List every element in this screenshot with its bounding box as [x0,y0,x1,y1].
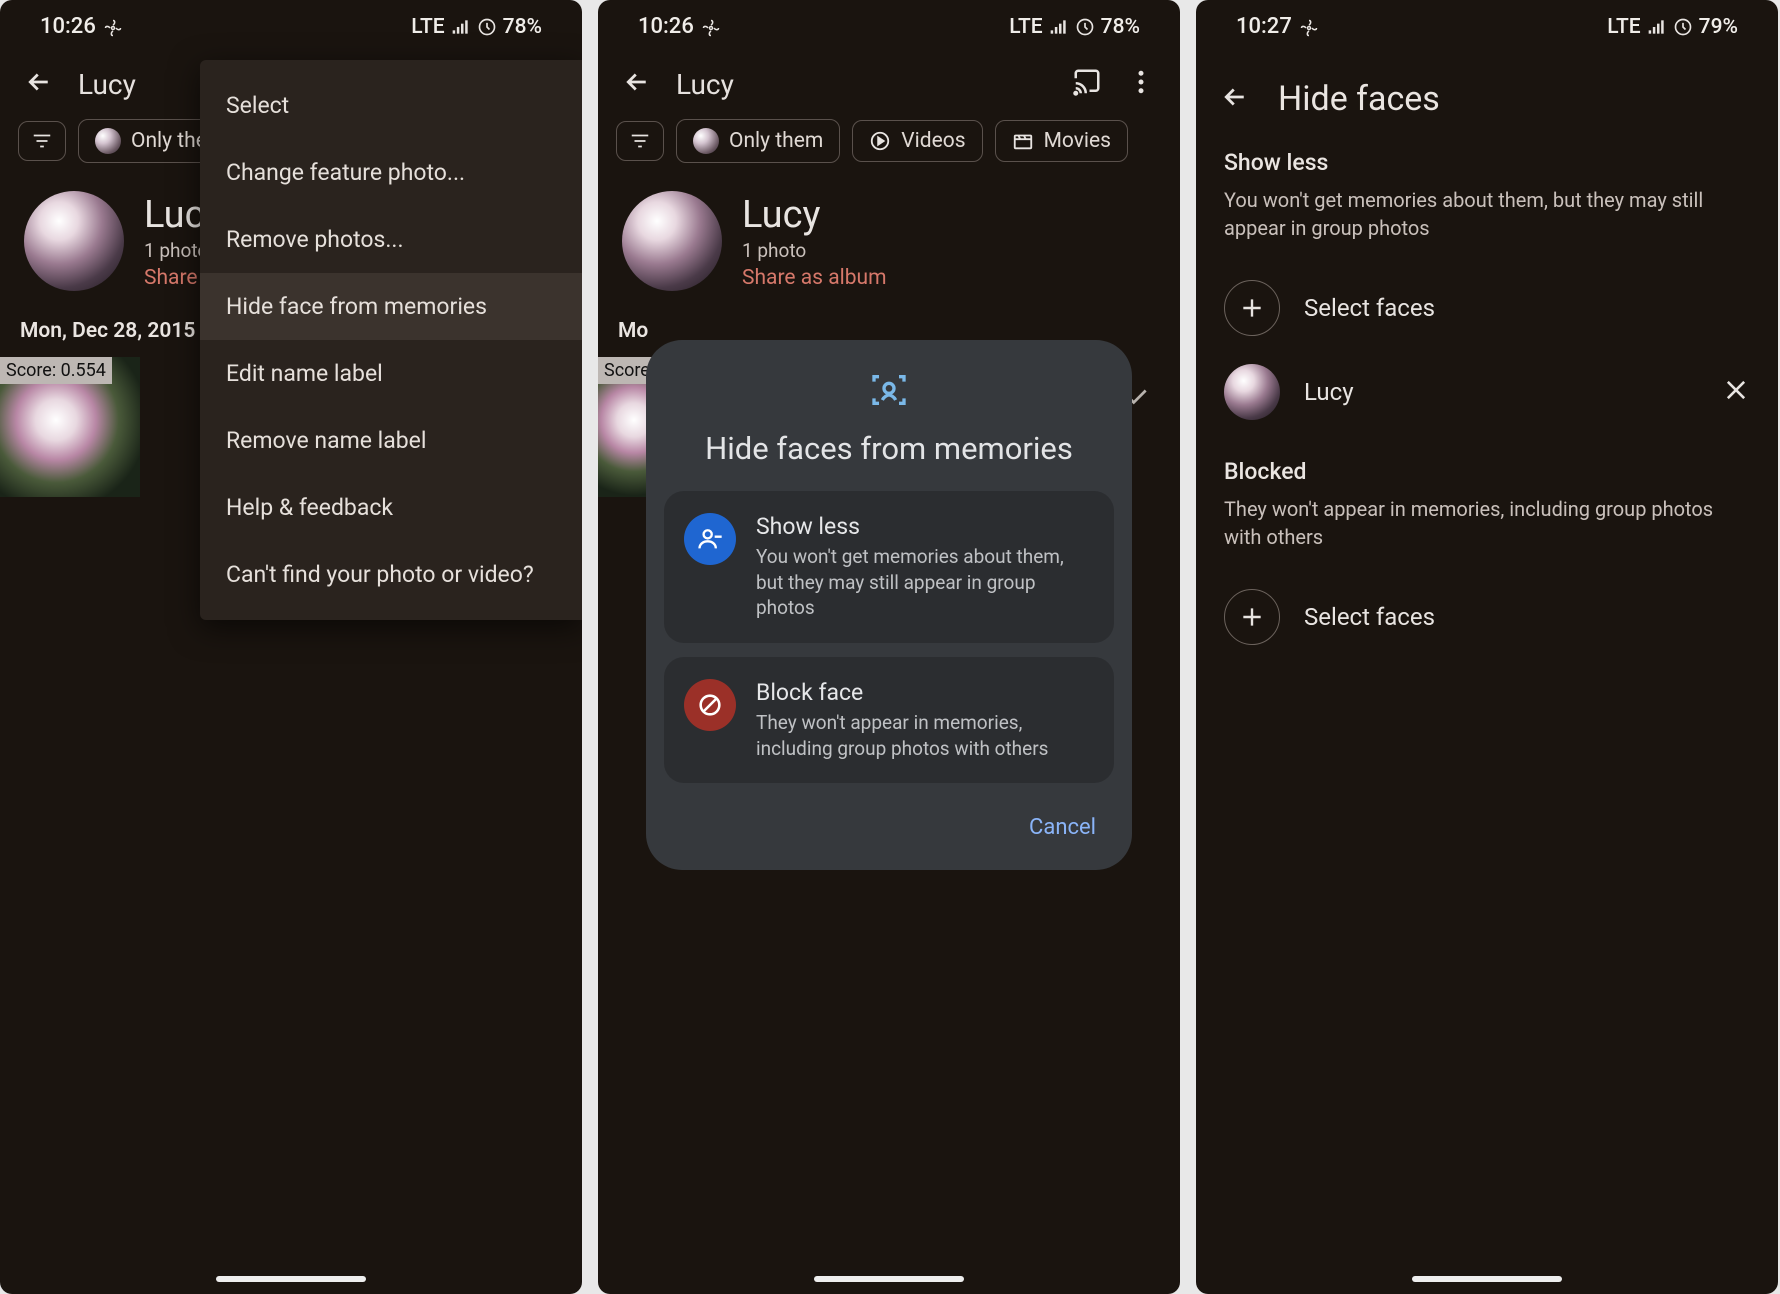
menu-change-feature-photo[interactable]: Change feature photo... [200,139,582,206]
battery-percent: 78% [503,15,542,39]
menu-remove-name-label[interactable]: Remove name label [200,407,582,474]
select-faces-row[interactable]: Select faces [1224,575,1750,659]
page-title: Hide faces [1278,79,1440,119]
dialog-title: Hide faces from memories [664,430,1114,467]
show-less-section: Show less You won't get memories about t… [1196,137,1778,446]
battery-saver-icon [1673,15,1693,39]
section-heading: Show less [1224,149,1750,176]
menu-help-feedback[interactable]: Help & feedback [200,474,582,541]
option-title: Block face [756,679,1094,706]
network-label: LTE [411,15,444,39]
option-description: They won't appear in memories, including… [756,710,1094,761]
face-row-lucy[interactable]: Lucy [1224,350,1750,434]
row-label: Select faces [1304,603,1435,631]
fan-icon [104,18,122,36]
menu-select[interactable]: Select [200,72,582,139]
chip-label: Only the [131,129,207,153]
menu-hide-face[interactable]: Hide face from memories [200,273,582,340]
row-label: Select faces [1304,294,1435,322]
option-title: Show less [756,513,1094,540]
face-avatar [1224,364,1280,420]
status-bar: 10:27 LTE 79% [1196,0,1778,53]
filter-button[interactable] [18,121,66,161]
status-bar: 10:26 LTE 78% [0,0,582,53]
network-label: LTE [1607,15,1640,39]
nav-handle[interactable] [216,1276,366,1282]
menu-cant-find[interactable]: Can't find your photo or video? [200,541,582,608]
back-icon[interactable] [1220,82,1250,116]
profile-avatar[interactable] [24,191,124,291]
status-time: 10:26 [40,14,96,39]
option-show-less[interactable]: Show less You won't get memories about t… [664,491,1114,643]
back-icon[interactable] [24,67,54,101]
phone-screen-1: 10:26 LTE 78% Lucy Only the Lucy 1 photo [0,0,582,1294]
option-description: You won't get memories about them, but t… [756,544,1094,621]
phone-screen-2: 10:26 LTE 78% Lucy Only them Vi [598,0,1180,1294]
remove-face-button[interactable] [1722,376,1750,408]
cancel-button[interactable]: Cancel [1029,815,1096,840]
nav-handle[interactable] [1412,1276,1562,1282]
score-badge: Score: 0.554 [0,357,112,384]
app-bar: Hide faces [1196,53,1778,137]
block-icon [684,679,736,731]
battery-percent: 79% [1699,15,1738,39]
section-description: You won't get memories about them, but t… [1224,186,1750,242]
phone-screen-3: 10:27 LTE 79% Hide faces Show less You w… [1196,0,1778,1294]
face-scan-icon [664,370,1114,414]
section-description: They won't appear in memories, including… [1224,495,1750,551]
page-title: Lucy [78,68,136,101]
menu-remove-photos[interactable]: Remove photos... [200,206,582,273]
select-faces-row[interactable]: Select faces [1224,266,1750,350]
overflow-menu: Select Change feature photo... Remove ph… [200,60,582,620]
section-heading: Blocked [1224,458,1750,485]
plus-icon [1224,589,1280,645]
blocked-section: Blocked They won't appear in memories, i… [1196,446,1778,671]
menu-edit-name-label[interactable]: Edit name label [200,340,582,407]
option-block-face[interactable]: Block face They won't appear in memories… [664,657,1114,783]
battery-saver-icon [477,15,497,39]
person-remove-icon [684,513,736,565]
signal-icon [1647,15,1667,39]
face-name: Lucy [1304,378,1354,406]
status-time: 10:27 [1236,14,1292,39]
dialog-scrim[interactable]: Hide faces from memories Show less You w… [598,0,1180,1294]
signal-icon [451,15,471,39]
fan-icon [1300,18,1318,36]
plus-icon [1224,280,1280,336]
photo-thumbnail[interactable]: Score: 0.554 [0,357,140,497]
nav-handle[interactable] [814,1276,964,1282]
avatar-icon [95,128,121,154]
hide-faces-dialog: Hide faces from memories Show less You w… [646,340,1132,870]
